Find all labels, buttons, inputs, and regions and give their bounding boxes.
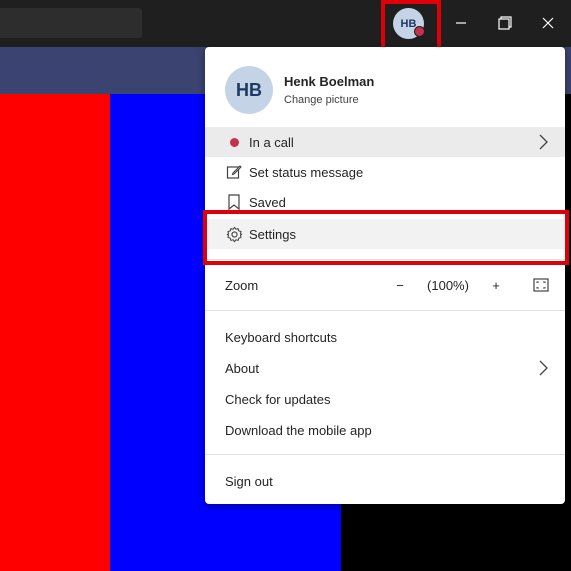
sign-out-label: Sign out (225, 473, 273, 489)
title-bar: HB (0, 0, 571, 47)
restore-icon (498, 16, 512, 30)
check-updates-label: Check for updates (225, 391, 331, 407)
avatar-initials: HB (236, 79, 262, 100)
divider (205, 310, 565, 311)
about-label: About (225, 360, 259, 376)
change-picture-link[interactable]: Change picture (284, 94, 359, 106)
zoom-in-button[interactable]: + (485, 278, 507, 293)
status-label: In a call (249, 134, 294, 150)
video-panel-red (0, 94, 110, 571)
restore-button[interactable] (492, 10, 518, 36)
saved-label: Saved (249, 194, 286, 210)
profile-avatar-large[interactable]: HB (225, 66, 273, 114)
minimize-icon (456, 22, 466, 24)
download-mobile-app-label: Download the mobile app (225, 422, 372, 438)
chevron-right-icon (539, 134, 548, 150)
close-button[interactable] (535, 10, 561, 36)
zoom-value: (100%) (427, 277, 469, 293)
keyboard-shortcuts-item[interactable]: Keyboard shortcuts (205, 322, 565, 352)
search-input[interactable] (0, 8, 142, 38)
zoom-row: Zoom − (100%) + (205, 270, 565, 300)
profile-menu: HB Henk Boelman Change picture In a call… (205, 47, 565, 504)
settings-highlight-box (203, 210, 569, 265)
status-menu-item[interactable]: In a call (205, 127, 565, 157)
sign-out-item[interactable]: Sign out (205, 466, 565, 496)
status-dot-icon (225, 133, 243, 151)
set-status-message-item[interactable]: Set status message (205, 157, 565, 187)
fullscreen-button[interactable] (507, 278, 549, 292)
close-icon (542, 17, 554, 29)
profile-name: Henk Boelman (284, 74, 375, 89)
check-updates-item[interactable]: Check for updates (205, 384, 565, 414)
set-status-label: Set status message (249, 164, 364, 180)
keyboard-shortcuts-label: Keyboard shortcuts (225, 329, 338, 345)
minimize-button[interactable] (448, 10, 474, 36)
zoom-out-button[interactable]: − (389, 278, 411, 293)
fullscreen-icon (533, 278, 549, 292)
divider (205, 454, 565, 455)
chevron-right-icon (539, 360, 548, 376)
download-mobile-app-item[interactable]: Download the mobile app (205, 415, 565, 445)
about-item[interactable]: About (205, 353, 565, 383)
zoom-controls: − (100%) + (389, 278, 549, 293)
edit-status-icon (225, 163, 243, 181)
zoom-label: Zoom (225, 277, 259, 293)
bookmark-icon (225, 193, 243, 211)
